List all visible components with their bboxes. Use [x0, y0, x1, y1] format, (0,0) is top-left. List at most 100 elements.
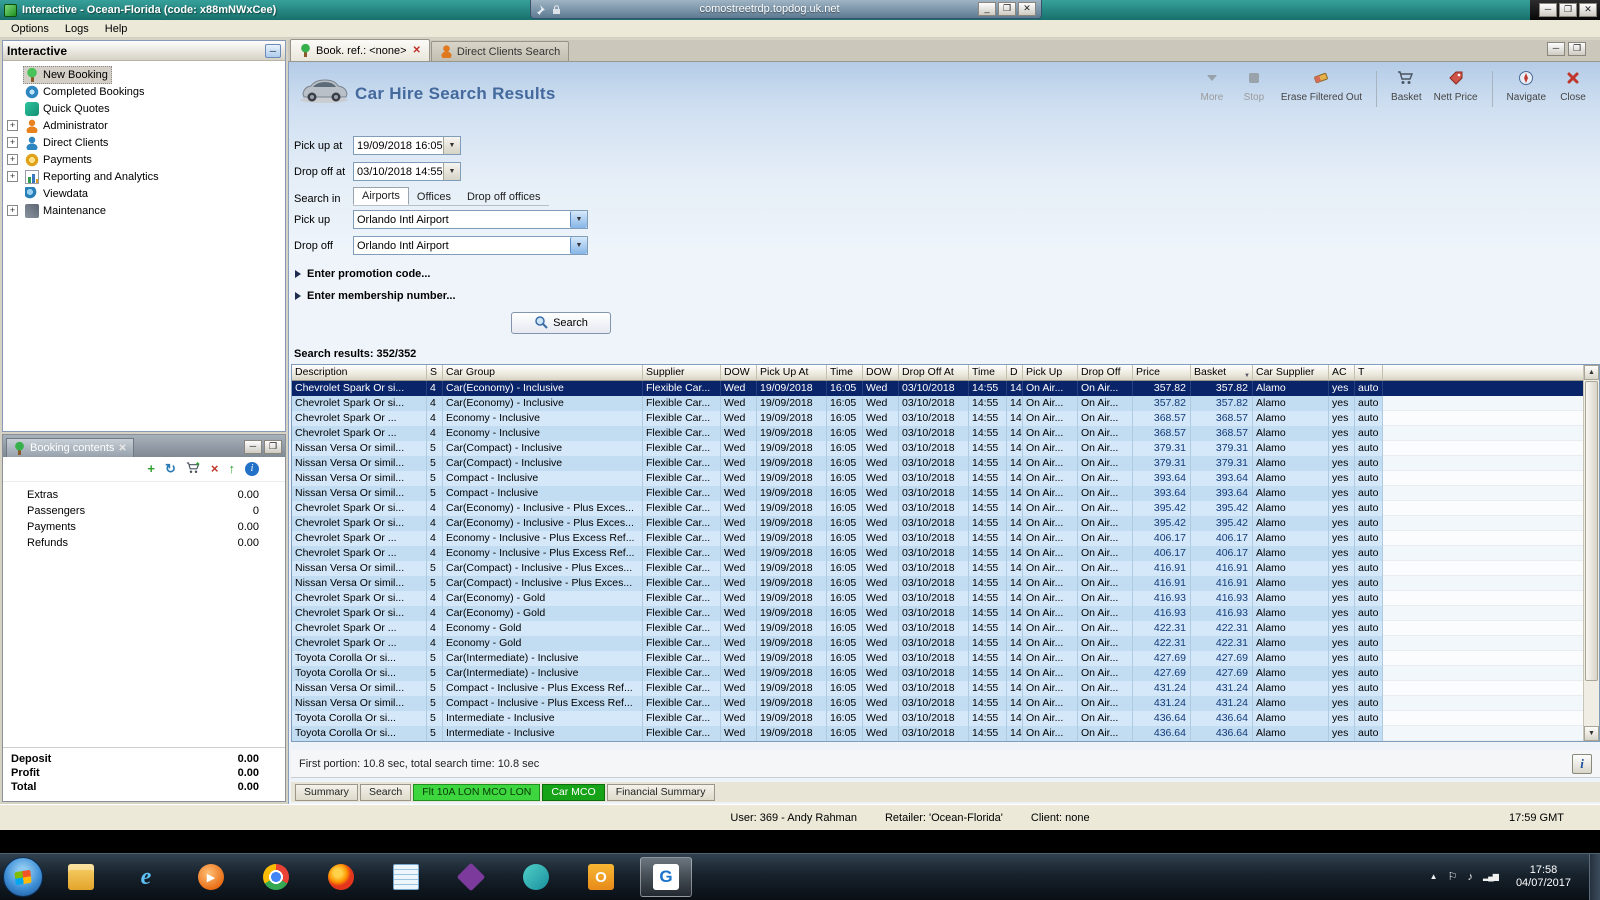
vertical-scrollbar[interactable]: ▲ ▼ — [1583, 365, 1599, 741]
document-tab[interactable]: Direct Clients Search ✕ — [430, 41, 570, 61]
taskbar-app-button[interactable] — [510, 857, 562, 897]
rdp-restore-button[interactable]: ❐ — [998, 2, 1016, 16]
panel-minimize-button[interactable]: ─ — [1547, 42, 1565, 56]
taskbar-app-button[interactable] — [575, 857, 627, 897]
network-icon[interactable]: ▂▄▆ — [1483, 871, 1499, 883]
tree-item[interactable]: New Booking — [3, 65, 285, 84]
hidden-icons-icon[interactable]: ▲ — [1430, 871, 1438, 883]
add-icon[interactable]: + — [147, 462, 155, 476]
expand-icon[interactable] — [7, 171, 18, 182]
panel-restore-button[interactable]: ❐ — [264, 440, 282, 454]
basket-add-icon[interactable] — [186, 461, 201, 478]
result-row[interactable]: Chevrolet Spark Or si... 4 Car(Economy) - … — [292, 516, 1583, 531]
search-in-option[interactable]: Drop off offices — [459, 189, 549, 205]
info-button[interactable]: i — [1572, 753, 1592, 774]
expand-icon[interactable] — [7, 137, 18, 148]
booking-contents-row[interactable]: Extras 0.00 — [3, 489, 285, 505]
tab-close-icon[interactable]: ✕ — [413, 45, 421, 56]
column-header-dropoff_at[interactable]: Drop Off At — [899, 365, 969, 381]
column-header-time2[interactable]: Time — [969, 365, 1007, 381]
combo-arrow-icon[interactable]: ▼ — [570, 237, 587, 254]
booking-contents-tab[interactable]: Booking contents ✕ — [6, 438, 134, 457]
menu-item[interactable]: Logs — [57, 21, 97, 37]
result-row[interactable]: Chevrolet Spark Or si... 4 Car(Economy) - … — [292, 501, 1583, 516]
menu-item[interactable]: Options — [3, 21, 57, 37]
scrollbar-thumb[interactable] — [1585, 381, 1598, 681]
action-center-icon[interactable]: ⚐ — [1448, 871, 1458, 883]
taskbar-app-button[interactable] — [640, 857, 692, 897]
result-row[interactable]: Nissan Versa Or simil... 5 Car(Compact) - … — [292, 441, 1583, 456]
panel-restore-button[interactable]: ❐ — [1568, 42, 1586, 56]
restore-icon[interactable]: ↑ — [229, 462, 236, 476]
result-row[interactable]: Chevrolet Spark Or si... 4 Car(Economy) - … — [292, 381, 1583, 396]
result-row[interactable]: Toyota Corolla Or si... 5 Car(Intermediate… — [292, 651, 1583, 666]
pickup-at-field[interactable]: 19/09/2018 16:05 ▼ — [353, 136, 461, 155]
pin-icon[interactable] — [536, 4, 547, 15]
taskbar-app-button[interactable] — [120, 857, 172, 897]
tree-item[interactable]: Maintenance — [3, 202, 285, 219]
window-minimize-button[interactable]: ─ — [1539, 3, 1557, 17]
search-in-option[interactable]: Offices — [409, 189, 459, 205]
result-row[interactable]: Chevrolet Spark Or ... 4 Economy - Inclusi… — [292, 426, 1583, 441]
result-row[interactable]: Chevrolet Spark Or ... 4 Economy - Gold Fle… — [292, 636, 1583, 651]
erase-filtered-out-button[interactable]: Erase Filtered Out — [1281, 70, 1362, 103]
panel-minimize-button[interactable]: ─ — [244, 440, 262, 454]
result-row[interactable]: Chevrolet Spark Or si... 4 Car(Economy) - … — [292, 396, 1583, 411]
taskbar-app-button[interactable] — [185, 857, 237, 897]
window-maximize-button[interactable]: ❐ — [1559, 3, 1577, 17]
tree-item[interactable]: Direct Clients — [3, 134, 285, 151]
result-row[interactable]: Nissan Versa Or simil... 5 Compact - Inclu… — [292, 681, 1583, 696]
tree-item[interactable]: Viewdata — [3, 185, 285, 202]
collapse-button[interactable]: ─ — [265, 43, 281, 58]
tree-item[interactable]: Payments — [3, 151, 285, 168]
close-button[interactable]: Close — [1558, 70, 1588, 103]
scroll-up-icon[interactable]: ▲ — [1584, 365, 1599, 380]
info-icon[interactable]: i — [245, 462, 259, 476]
section-tab[interactable]: Financial Summary — [606, 783, 715, 801]
result-row[interactable]: Toyota Corolla Or si... 5 Intermediate - I… — [292, 726, 1583, 741]
promotion-code-expander[interactable]: Enter promotion code... — [295, 268, 430, 280]
result-row[interactable]: Chevrolet Spark Or si... 4 Car(Economy) - … — [292, 591, 1583, 606]
result-row[interactable]: Toyota Corolla Or si... 5 Intermediate - I… — [292, 711, 1583, 726]
column-header-time1[interactable]: Time — [827, 365, 863, 381]
dropdown-arrow-icon[interactable]: ▼ — [443, 137, 460, 154]
expand-icon[interactable] — [7, 205, 18, 216]
more-button[interactable]: More — [1197, 70, 1227, 103]
start-button[interactable] — [3, 857, 43, 897]
result-row[interactable]: Nissan Versa Or simil... 5 Car(Compact) - … — [292, 576, 1583, 591]
result-row[interactable]: Nissan Versa Or simil... 5 Car(Compact) - … — [292, 561, 1583, 576]
taskbar-app-button[interactable] — [250, 857, 302, 897]
column-header-car_group[interactable]: Car Group — [443, 365, 643, 381]
tree-item[interactable]: Administrator — [3, 117, 285, 134]
column-header-ac[interactable]: AC — [1329, 365, 1355, 381]
taskbar-app-button[interactable] — [445, 857, 497, 897]
taskbar-clock[interactable]: 17:58 04/07/2017 — [1508, 864, 1579, 890]
column-header-basket[interactable]: Basket — [1191, 365, 1253, 381]
dropoff-combo[interactable]: Orlando Intl Airport ▼ — [353, 236, 588, 255]
menu-item[interactable]: Help — [97, 21, 136, 37]
result-row[interactable]: Nissan Versa Or simil... 5 Compact - Inclu… — [292, 486, 1583, 501]
booking-contents-row[interactable]: Payments 0.00 — [3, 521, 285, 537]
dropoff-at-field[interactable]: 03/10/2018 14:55 ▼ — [353, 162, 461, 181]
column-header-car_supplier[interactable]: Car Supplier — [1253, 365, 1329, 381]
column-header-dow1[interactable]: DOW — [721, 365, 757, 381]
show-desktop-button[interactable] — [1589, 853, 1600, 900]
column-header-dow2[interactable]: DOW — [863, 365, 899, 381]
result-row[interactable]: Chevrolet Spark Or ... 4 Economy - Inclusi… — [292, 411, 1583, 426]
search-in-option[interactable]: Airports — [353, 187, 409, 205]
volume-icon[interactable]: ♪ — [1467, 871, 1473, 883]
result-row[interactable]: Nissan Versa Or simil... 5 Compact - Inclu… — [292, 471, 1583, 486]
delete-icon[interactable]: × — [211, 462, 219, 476]
booking-contents-row[interactable]: Refunds 0.00 — [3, 537, 285, 553]
column-header-pickup_at[interactable]: Pick Up At — [757, 365, 827, 381]
rdp-minimize-button[interactable]: _ — [978, 2, 996, 16]
pickup-combo[interactable]: Orlando Intl Airport ▼ — [353, 210, 588, 229]
result-row[interactable]: Toyota Corolla Or si... 5 Car(Intermediate… — [292, 666, 1583, 681]
stop-button[interactable]: Stop — [1239, 70, 1269, 103]
navigate-button[interactable]: Navigate — [1507, 70, 1546, 103]
search-button[interactable]: Search — [511, 312, 611, 334]
tree-item[interactable]: Quick Quotes — [3, 100, 285, 117]
result-row[interactable]: Nissan Versa Or simil... 5 Car(Compact) - … — [292, 456, 1583, 471]
nett-price-button[interactable]: Nett Price — [1434, 70, 1478, 103]
taskbar-app-button[interactable] — [380, 857, 432, 897]
